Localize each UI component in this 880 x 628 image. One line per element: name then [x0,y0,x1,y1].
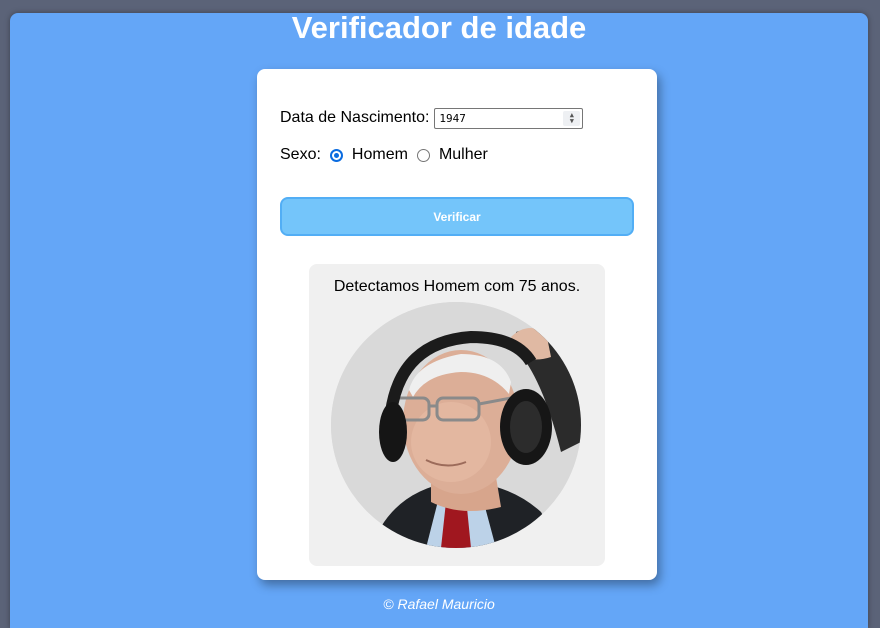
radio-homem-label[interactable]: Homem [352,146,408,164]
elderly-man-photo [331,302,581,548]
footer-credit: © Rafael Mauricio [383,596,495,612]
year-stepper[interactable]: ▲ ▼ [563,110,581,126]
birth-year-input[interactable]: 1947 ▲ ▼ [434,107,584,129]
birth-year-value: 1947 [439,111,466,125]
birth-label: Data de Nascimento: [280,109,430,126]
page-title: Verificador de idade [291,10,587,45]
app-container: Verificador de idade Data de Nascimento:… [10,10,868,628]
birth-row: Data de Nascimento: 1947 ▲ ▼ [280,107,584,129]
sex-row: Sexo: Homem Mulher [280,144,488,166]
result-text: Detectamos Homem com 75 anos. [333,278,581,295]
result-box: Detectamos Homem com 75 anos. [309,264,605,566]
radio-mulher[interactable] [416,148,430,162]
chevron-down-icon[interactable]: ▼ [570,118,574,125]
form-card: Data de Nascimento: 1947 ▲ ▼ Sexo: Homem… [257,69,657,580]
radio-mulher-label[interactable]: Mulher [439,146,488,164]
radio-homem[interactable] [329,148,343,162]
sex-label: Sexo: [280,146,321,163]
photo-illustration [331,302,581,548]
verify-button[interactable]: Verificar [280,197,634,236]
